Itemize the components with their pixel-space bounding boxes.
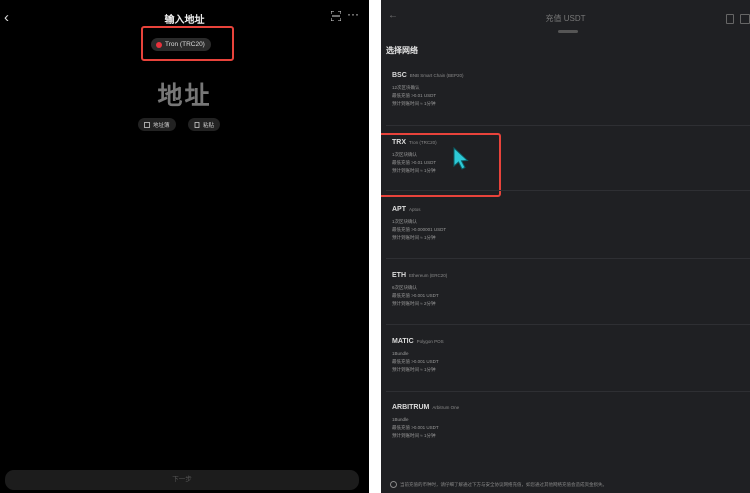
more-icon[interactable]: ···: [347, 7, 359, 21]
highlight-box: [381, 133, 501, 197]
confirm-text: 1次区块确认: [392, 219, 418, 224]
page-title: 充值 USDT: [545, 14, 586, 23]
min-deposit-text: 最低充值 >0.001 USDT: [392, 293, 439, 298]
highlight-box: [141, 26, 234, 61]
min-deposit-text: 最低充值 >0.01 USDT: [392, 93, 437, 98]
mouse-cursor-icon: [453, 147, 469, 170]
network-code: BSC: [392, 72, 407, 79]
network-name: Ethereum (ERC20): [409, 273, 448, 278]
eta-text: 预计到账时间 ≈ 1分钟: [392, 367, 436, 372]
eta-text: 预计到账时间 ≈ 1分钟: [392, 101, 436, 106]
separator: [386, 125, 750, 126]
address-input[interactable]: 地址: [0, 76, 369, 112]
min-deposit-text: 最低充值 >0.001 USDT: [392, 425, 439, 430]
separator: [386, 324, 750, 325]
address-book-button[interactable]: 地址簿: [138, 118, 176, 131]
paste-label: 粘贴: [203, 122, 215, 129]
confirm-text: 6次区块确认: [392, 285, 418, 290]
eta-text: 预计到账时间 ≈ 2分钟: [392, 301, 436, 306]
network-option-bsc[interactable]: BSC BNB Smart Chain (BEP20) 12次区块确认 最低充值…: [392, 72, 464, 107]
book-icon: [144, 121, 150, 128]
sheet-handle[interactable]: [558, 30, 578, 33]
network-option-eth[interactable]: ETH Ethereum (ERC20) 6次区块确认 最低充值 >0.001 …: [392, 272, 447, 307]
network-name: BNB Smart Chain (BEP20): [409, 73, 464, 78]
eta-text: 预计到账时间 ≈ 1分钟: [392, 235, 436, 240]
min-deposit-text: 最低充值 >0.000001 USDT: [392, 227, 447, 232]
eta-text: 预计到账时间 ≈ 1分钟: [392, 433, 436, 438]
info-icon: [390, 481, 397, 488]
confirm-text: 1Bundle: [392, 417, 409, 422]
network-option-apt[interactable]: APT Aptos 1次区块确认 最低充值 >0.000001 USDT 预计到…: [392, 206, 446, 241]
clipboard-icon: [194, 121, 200, 128]
network-code: APT: [392, 206, 406, 213]
network-select-screen: ← 充值 USDT 选择网络 BSC BNB Smart Chain (BEP2…: [381, 0, 750, 493]
network-name: Polygon POS: [416, 339, 444, 344]
network-option-arbitrum[interactable]: ARBITRUM Arbitrum One 1Bundle 最低充值 >0.00…: [392, 404, 459, 439]
next-button[interactable]: 下一步: [5, 470, 359, 490]
paste-button[interactable]: 粘贴: [188, 118, 221, 131]
network-code: ETH: [392, 272, 406, 279]
confirm-text: 1Bundle: [392, 351, 409, 356]
network-code: ARBITRUM: [392, 404, 430, 411]
separator: [386, 258, 750, 259]
page-title: 输入地址: [164, 15, 205, 26]
scan-icon[interactable]: [331, 11, 341, 21]
network-option-matic[interactable]: MATIC Polygon POS 1Bundle 最低充值 >0.001 US…: [392, 338, 444, 373]
footer-note-text: 当前充值的币种时，请仔细了解通过下方与安全协议网络充值，如您通过其他网络充值会造…: [400, 481, 607, 487]
network-name: Aptos: [409, 207, 421, 212]
footer-note: 当前充值的币种时，请仔细了解通过下方与安全协议网络充值，如您通过其他网络充值会造…: [390, 481, 607, 488]
document-icon[interactable]: [726, 14, 734, 24]
network-code: MATIC: [392, 338, 414, 345]
sheet-title: 选择网络: [386, 46, 418, 55]
separator: [386, 391, 750, 392]
separator: [386, 190, 750, 191]
address-input-screen: ‹ 输入地址 ··· Tron (TRC20) 地址 地址簿 粘贴 下一步: [0, 0, 369, 493]
min-deposit-text: 最低充值 >0.001 USDT: [392, 359, 439, 364]
network-name: Arbitrum One: [432, 405, 460, 410]
history-icon[interactable]: [740, 14, 750, 24]
address-book-label: 地址簿: [153, 122, 170, 129]
confirm-text: 12次区块确认: [392, 85, 420, 90]
divider: [369, 0, 381, 493]
